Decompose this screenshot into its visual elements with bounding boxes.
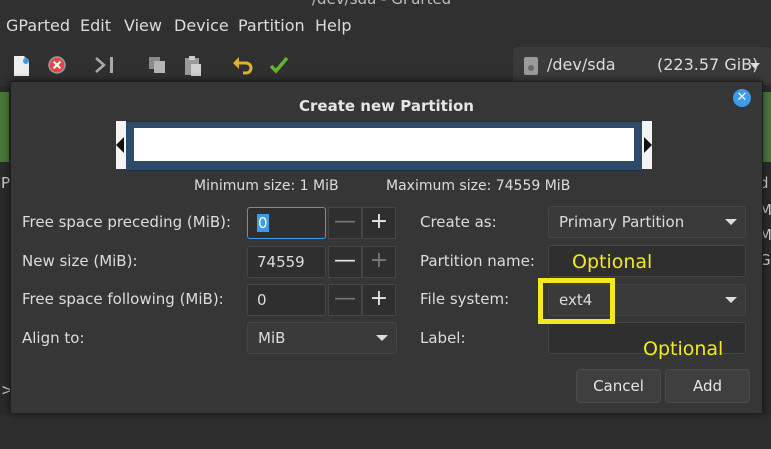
menu-edit[interactable]: Edit — [80, 16, 111, 35]
menu-gparted[interactable]: GParted — [6, 16, 70, 35]
device-size: (223.57 GiB) — [657, 55, 759, 74]
partition-name-label: Partition name: — [420, 252, 535, 270]
chevron-down-icon — [725, 219, 737, 225]
new-size-increment-button[interactable]: + — [362, 246, 396, 278]
chevron-down-icon — [725, 297, 737, 303]
free-preceding-decrement-button[interactable]: — — [328, 207, 362, 239]
apply-icon[interactable] — [268, 55, 290, 77]
menu-partition[interactable]: Partition — [238, 16, 305, 35]
free-following-decrement-button[interactable]: — — [328, 284, 362, 316]
chevron-down-icon — [376, 335, 388, 341]
create-as-select[interactable]: Primary Partition — [548, 206, 746, 238]
dialog-title: Create new Partition — [299, 97, 474, 115]
left-handle-arrow-icon — [116, 137, 124, 153]
menu-device[interactable]: Device — [174, 16, 229, 35]
create-as-value: Primary Partition — [559, 213, 685, 231]
disk-icon — [523, 56, 539, 76]
right-handle-arrow-icon — [644, 137, 652, 153]
background-status-area — [0, 414, 771, 449]
bg-partition-graphic — [0, 92, 9, 162]
paste-icon[interactable] — [182, 55, 204, 77]
label-label: Label: — [420, 329, 466, 347]
new-size-label: New size (MiB): — [22, 252, 138, 270]
free-preceding-value: 0 — [257, 214, 269, 232]
file-system-label: File system: — [420, 290, 510, 308]
new-size-decrement-button[interactable]: — — [328, 246, 362, 278]
minimum-size-label: Minimum size: 1 MiB — [194, 178, 339, 194]
align-to-label: Align to: — [22, 329, 85, 347]
window-title: /dev/sda - GParted — [312, 0, 451, 8]
free-preceding-input[interactable]: 0 — [247, 207, 326, 239]
bg-partition-graphic — [762, 92, 771, 162]
close-icon[interactable]: ✕ — [733, 89, 751, 107]
undo-icon[interactable] — [232, 55, 254, 77]
device-name: /dev/sda — [547, 55, 616, 74]
maximum-size-label: Maximum size: 74559 MiB — [386, 178, 571, 194]
free-following-input[interactable]: 0 — [247, 284, 326, 316]
align-to-select[interactable]: MiB — [247, 322, 397, 354]
cancel-button[interactable]: Cancel — [576, 369, 661, 403]
bg-fragment: P — [1, 174, 11, 192]
chevron-down-icon — [750, 63, 760, 69]
align-to-value: MiB — [258, 329, 286, 347]
partition-fill — [134, 128, 634, 161]
create-as-label: Create as: — [420, 213, 497, 231]
optional-annotation: Optional — [572, 251, 653, 273]
free-preceding-increment-button[interactable]: + — [362, 207, 396, 239]
resize-move-icon[interactable] — [94, 55, 116, 77]
add-button[interactable]: Add — [665, 369, 750, 403]
delete-icon[interactable] — [46, 55, 68, 77]
copy-icon[interactable] — [146, 55, 168, 77]
free-following-increment-button[interactable]: + — [362, 284, 396, 316]
new-size-input[interactable]: 74559 — [247, 246, 326, 278]
optional-annotation: Optional — [643, 338, 724, 360]
file-system-highlight — [538, 278, 615, 324]
menu-help[interactable]: Help — [315, 16, 351, 35]
new-icon[interactable] — [10, 55, 32, 77]
free-preceding-label: Free space preceding (MiB): — [22, 213, 232, 231]
menu-view[interactable]: View — [124, 16, 162, 35]
free-following-label: Free space following (MiB): — [22, 290, 224, 308]
